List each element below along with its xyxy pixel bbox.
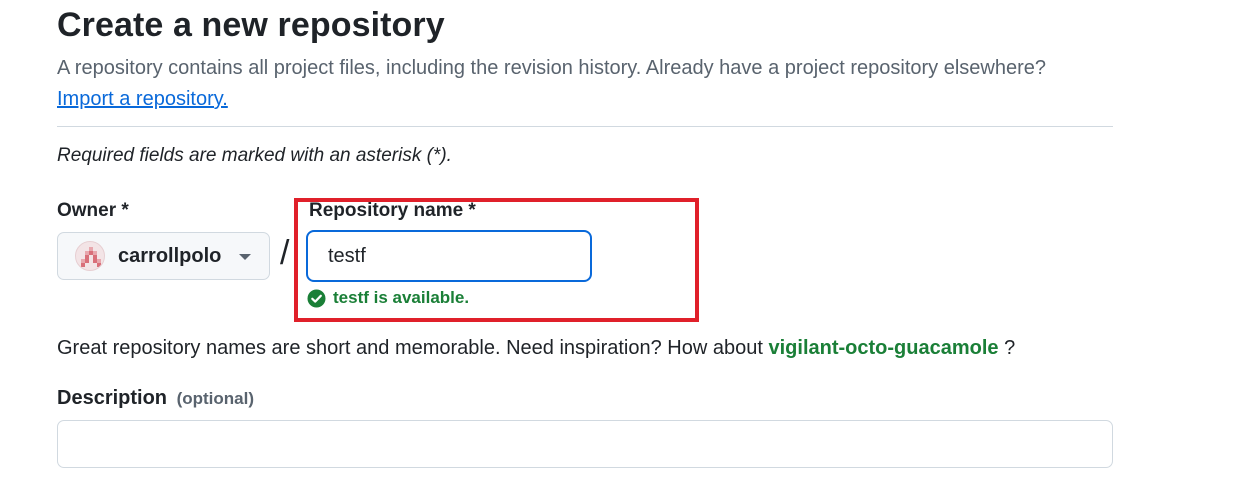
page-subtitle: A repository contains all project files,… [57, 57, 1047, 79]
page-title: Create a new repository [57, 6, 445, 44]
check-circle-icon [307, 289, 326, 308]
owner-label: Owner * [57, 200, 129, 221]
owner-repo-separator: / [280, 234, 290, 272]
avatar [75, 241, 105, 271]
create-repo-page: Create a new repository A repository con… [0, 0, 1248, 488]
availability-status: testf is available. [307, 288, 469, 308]
optional-hint: (optional) [176, 389, 255, 408]
name-inspiration-text: Great repository names are short and mem… [57, 337, 1015, 360]
caret-down-icon [239, 254, 251, 260]
owner-name: carrollpolo [118, 245, 222, 267]
divider [57, 126, 1113, 127]
owner-select-button[interactable]: carrollpolo [57, 232, 270, 280]
import-repository-link[interactable]: Import a repository. [57, 88, 228, 111]
inspiration-suffix: ? [1004, 337, 1016, 359]
description-input[interactable] [57, 420, 1113, 468]
inspiration-prefix: Great repository names are short and mem… [57, 337, 763, 359]
suggested-name-link[interactable]: vigilant-octo-guacamole [768, 337, 998, 359]
repository-name-input[interactable] [306, 230, 592, 282]
repository-name-label: Repository name * [309, 200, 476, 221]
description-label: Description (optional) [57, 387, 254, 410]
required-fields-note: Required fields are marked with an aster… [57, 145, 452, 166]
description-label-text: Description [57, 387, 168, 409]
availability-text: testf is available. [333, 288, 470, 307]
